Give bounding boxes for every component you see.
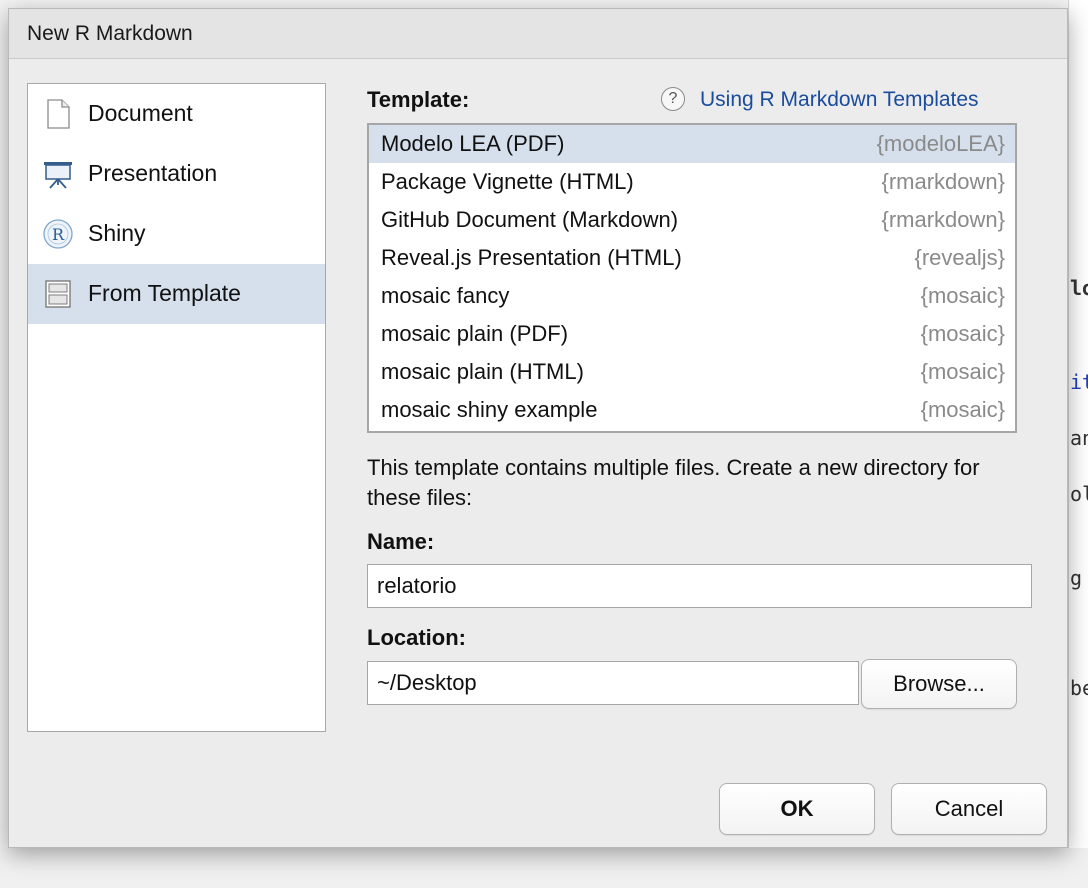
presentation-icon <box>42 158 74 190</box>
background-text-fragment: g <box>1070 566 1083 590</box>
template-package: {mosaic} <box>920 283 1005 308</box>
background-text-fragment: an <box>1070 426 1088 450</box>
background-bottom-area <box>0 848 1088 888</box>
type-item-shiny[interactable]: R Shiny <box>28 204 325 264</box>
type-item-label: From Template <box>88 280 241 306</box>
background-text-fragment: ol <box>1070 482 1088 506</box>
template-name: mosaic fancy <box>381 283 510 308</box>
document-type-list: Document Presentation R Shiny From Templ… <box>27 83 326 732</box>
location-field[interactable] <box>367 661 859 705</box>
browse-button[interactable]: Browse... <box>861 659 1017 709</box>
template-row[interactable]: mosaic plain (HTML) {mosaic} <box>369 353 1015 391</box>
template-row[interactable]: Package Vignette (HTML) {rmarkdown} <box>369 163 1015 201</box>
template-row[interactable]: GitHub Document (Markdown) {rmarkdown} <box>369 201 1015 239</box>
type-item-from-template[interactable]: From Template <box>28 264 325 324</box>
template-name: mosaic plain (PDF) <box>381 321 569 346</box>
location-label: Location: <box>367 625 466 650</box>
template-name: mosaic plain (HTML) <box>381 359 584 384</box>
template-row[interactable]: Reveal.js Presentation (HTML) {revealjs} <box>369 239 1015 277</box>
new-r-markdown-dialog: New R Markdown Document Presentation R S… <box>8 8 1068 848</box>
dialog-title: New R Markdown <box>27 22 193 45</box>
template-package: {revealjs} <box>914 245 1005 270</box>
template-row[interactable]: mosaic shiny example {mosaic} <box>369 391 1015 429</box>
background-text-fragment: be <box>1070 676 1088 700</box>
template-list[interactable]: Modelo LEA (PDF) {modeloLEA} Package Vig… <box>367 123 1017 433</box>
template-package: {modeloLEA} <box>876 131 1005 156</box>
name-label: Name: <box>367 529 435 554</box>
cancel-button[interactable]: Cancel <box>891 783 1047 835</box>
template-label: Template: <box>367 87 470 112</box>
ok-button[interactable]: OK <box>719 783 875 835</box>
type-item-document[interactable]: Document <box>28 84 325 144</box>
template-package: {mosaic} <box>920 397 1005 422</box>
template-name: Reveal.js Presentation (HTML) <box>381 245 682 270</box>
svg-text:R: R <box>52 225 65 244</box>
template-icon <box>42 278 74 310</box>
template-package: {mosaic} <box>920 359 1005 384</box>
template-row[interactable]: Modelo LEA (PDF) {modeloLEA} <box>369 125 1015 163</box>
document-icon <box>42 98 74 130</box>
question-circle-icon: ? <box>661 87 685 111</box>
template-package: {mosaic} <box>920 321 1005 346</box>
template-name: GitHub Document (Markdown) <box>381 207 679 232</box>
template-package: {rmarkdown} <box>881 207 1005 232</box>
template-name: Modelo LEA (PDF) <box>381 131 565 156</box>
type-item-label: Document <box>88 100 193 126</box>
shiny-r-icon: R <box>42 218 74 250</box>
dialog-titlebar[interactable]: New R Markdown <box>9 9 1067 59</box>
template-name: mosaic shiny example <box>381 397 598 422</box>
help-link-text[interactable]: Using R Markdown Templates <box>700 88 979 112</box>
background-text-fragment: it <box>1070 370 1088 394</box>
template-name: Package Vignette (HTML) <box>381 169 634 194</box>
template-package: {rmarkdown} <box>881 169 1005 194</box>
name-field[interactable] <box>367 564 1032 608</box>
template-row[interactable]: mosaic plain (PDF) {mosaic} <box>369 315 1015 353</box>
template-description: This template contains multiple files. C… <box>367 455 980 510</box>
type-item-label: Shiny <box>88 220 146 246</box>
background-text-fragment: lo <box>1070 276 1088 300</box>
template-row[interactable]: mosaic fancy {mosaic} <box>369 277 1015 315</box>
type-item-presentation[interactable]: Presentation <box>28 144 325 204</box>
type-item-label: Presentation <box>88 160 218 186</box>
